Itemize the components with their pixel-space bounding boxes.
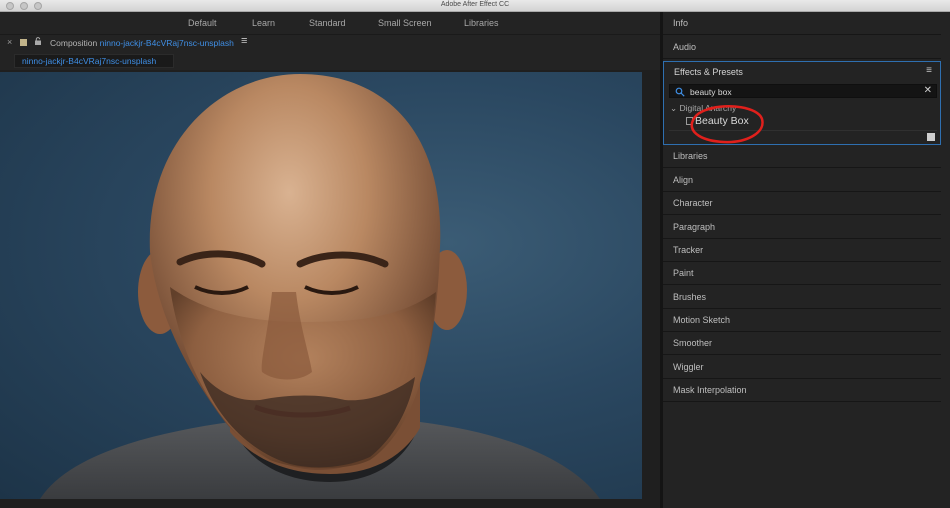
workspace-libraries[interactable]: Libraries — [464, 18, 499, 28]
right-panel-stack: Info Audio Effects & Presets ≡ ✕ ⌄ Digit… — [663, 12, 950, 508]
portrait-image — [40, 74, 600, 499]
composition-label-prefix: Composition — [50, 38, 98, 48]
effects-presets-panel: Effects & Presets ≡ ✕ ⌄ Digital Anarchy … — [663, 61, 941, 145]
lock-icon[interactable] — [34, 37, 42, 45]
new-bin-icon[interactable] — [927, 133, 935, 141]
composition-panel-header: × Composition ninno-jackjr-B4cVRaj7nsc-u… — [0, 34, 660, 50]
composition-frame-image — [0, 72, 642, 499]
workspace-standard[interactable]: Standard — [309, 18, 346, 28]
panel-align[interactable]: Align — [663, 169, 941, 192]
composition-tab[interactable]: ninno-jackjr-B4cVRaj7nsc-unsplash — [14, 54, 174, 68]
composition-name[interactable]: ninno-jackjr-B4cVRaj7nsc-unsplash — [100, 38, 234, 48]
label-color-swatch[interactable] — [20, 39, 27, 46]
panel-menu-icon[interactable]: ≡ — [241, 35, 247, 47]
workspace-learn[interactable]: Learn — [252, 18, 275, 28]
panel-audio[interactable]: Audio — [663, 36, 941, 59]
composition-tab-bar: ninno-jackjr-B4cVRaj7nsc-unsplash — [0, 50, 660, 70]
panel-paragraph[interactable]: Paragraph — [663, 216, 941, 239]
annotation-circle-icon — [690, 105, 764, 144]
panel-libraries[interactable]: Libraries — [663, 145, 941, 168]
effects-search-input[interactable] — [690, 86, 910, 97]
panel-paint[interactable]: Paint — [663, 262, 941, 285]
effects-panel-title[interactable]: Effects & Presets — [674, 67, 743, 77]
panel-smoother[interactable]: Smoother — [663, 332, 941, 355]
close-icon[interactable]: ✕ — [924, 85, 932, 96]
composition-label: Composition ninno-jackjr-B4cVRaj7nsc-uns… — [50, 38, 234, 48]
close-icon[interactable]: × — [7, 37, 12, 47]
effects-search-box[interactable]: ✕ — [669, 84, 937, 98]
workspace-default[interactable]: Default — [188, 18, 217, 28]
panel-wiggler[interactable]: Wiggler — [663, 356, 941, 379]
chevron-down-icon[interactable]: ⌄ — [670, 103, 677, 113]
panel-mask-interpolation[interactable]: Mask Interpolation — [663, 379, 941, 402]
search-icon[interactable] — [675, 87, 685, 97]
panel-tracker[interactable]: Tracker — [663, 239, 941, 262]
panel-info[interactable]: Info — [663, 12, 941, 35]
panel-brushes[interactable]: Brushes — [663, 286, 941, 309]
panel-character[interactable]: Character — [663, 192, 941, 215]
workspace-bar: Default Learn Standard Small Screen Libr… — [0, 12, 660, 34]
composition-viewer[interactable] — [0, 70, 660, 508]
window-titlebar: Adobe After Effect CC — [0, 0, 950, 12]
panel-menu-icon[interactable]: ≡ — [926, 65, 932, 76]
window-title: Adobe After Effect CC — [440, 1, 510, 8]
panel-motion-sketch[interactable]: Motion Sketch — [663, 309, 941, 332]
workspace-small-screen[interactable]: Small Screen — [378, 18, 432, 28]
